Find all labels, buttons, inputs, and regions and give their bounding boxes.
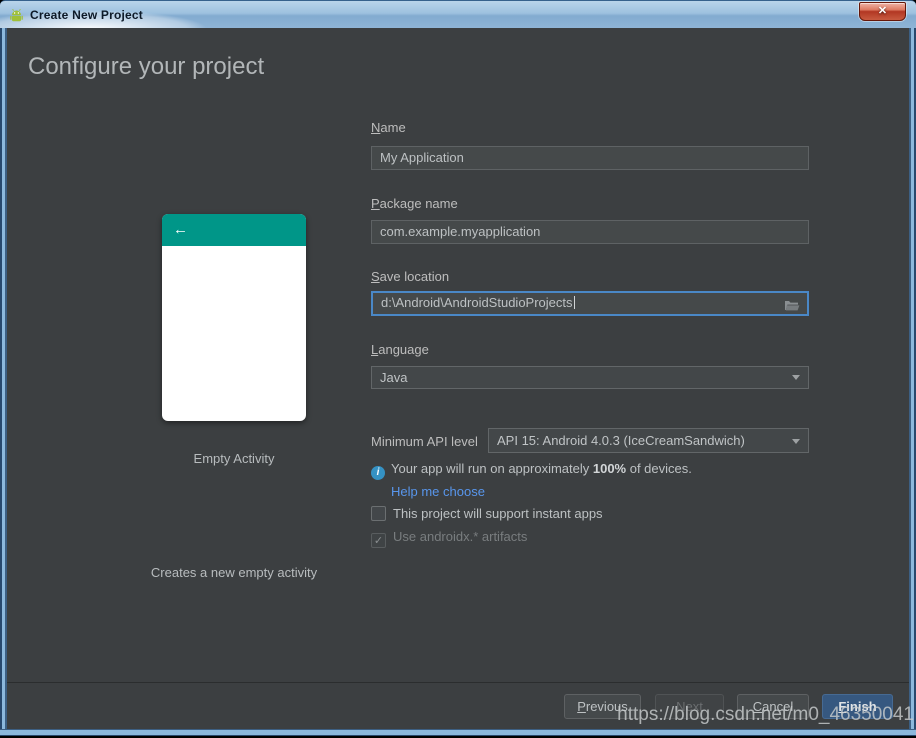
api-info-percent: 100% — [593, 461, 626, 476]
help-me-choose-link[interactable]: Help me choose — [391, 484, 485, 499]
window-frame-left — [0, 28, 7, 738]
dialog-content: Configure your project ← Empty Activity … — [7, 28, 909, 729]
chevron-down-icon — [792, 439, 800, 444]
footer-separator — [7, 682, 909, 683]
window-title: Create New Project — [30, 8, 143, 22]
text-cursor — [574, 296, 575, 309]
csdn-watermark: https://blog.csdn.net/m0_46350041 — [617, 704, 914, 726]
language-value: Java — [380, 370, 407, 385]
name-value: My Application — [380, 150, 464, 165]
template-name: Empty Activity — [162, 451, 306, 466]
activity-preview-card: ← — [162, 214, 306, 421]
api-info-text: Your app will run on approximately — [391, 461, 593, 476]
folder-icon[interactable] — [784, 298, 800, 318]
check-icon: ✓ — [374, 535, 383, 547]
api-info-suffix: of devices. — [626, 461, 692, 476]
instant-apps-label: This project will support instant apps — [393, 506, 603, 521]
chevron-down-icon — [792, 375, 800, 380]
info-icon: i — [371, 466, 385, 480]
window-frame-right — [909, 28, 916, 738]
window-titlebar[interactable]: Create New Project ✕ — [0, 0, 916, 28]
window-frame-bottom — [0, 729, 916, 738]
language-dropdown[interactable]: Java — [371, 366, 809, 389]
package-name-label: Package name — [371, 196, 458, 211]
page-title: Configure your project — [28, 53, 264, 81]
instant-apps-row[interactable]: This project will support instant apps — [371, 506, 603, 521]
api-info-row: i Your app will run on approximately 100%… — [371, 461, 692, 480]
androidx-label: Use androidx.* artifacts — [393, 529, 527, 544]
androidx-checkbox: ✓ — [371, 533, 386, 548]
instant-apps-checkbox[interactable] — [371, 506, 386, 521]
save-location-value: d:\Android\AndroidStudioProjects — [381, 295, 573, 310]
language-label: Language — [371, 342, 429, 357]
package-name-input[interactable]: com.example.myapplication — [371, 220, 809, 244]
activity-preview-appbar: ← — [162, 214, 306, 246]
package-name-value: com.example.myapplication — [380, 224, 540, 239]
close-icon: ✕ — [878, 5, 887, 17]
name-input[interactable]: My Application — [371, 146, 809, 170]
template-description: Creates a new empty activity — [84, 565, 384, 580]
min-api-value: API 15: Android 4.0.3 (IceCreamSandwich) — [497, 433, 745, 448]
save-location-label: Save location — [371, 269, 449, 284]
create-new-project-window: Create New Project ✕ Configure your proj… — [0, 0, 916, 738]
android-logo-icon — [8, 7, 25, 24]
name-label: Name — [371, 120, 406, 135]
close-button[interactable]: ✕ — [859, 2, 906, 21]
min-api-label: Minimum API level — [371, 434, 478, 449]
androidx-row: ✓ Use androidx.* artifacts — [371, 529, 527, 548]
min-api-dropdown[interactable]: API 15: Android 4.0.3 (IceCreamSandwich) — [488, 428, 809, 453]
save-location-input[interactable]: d:\Android\AndroidStudioProjects — [371, 291, 809, 316]
back-arrow-icon: ← — [173, 221, 188, 238]
